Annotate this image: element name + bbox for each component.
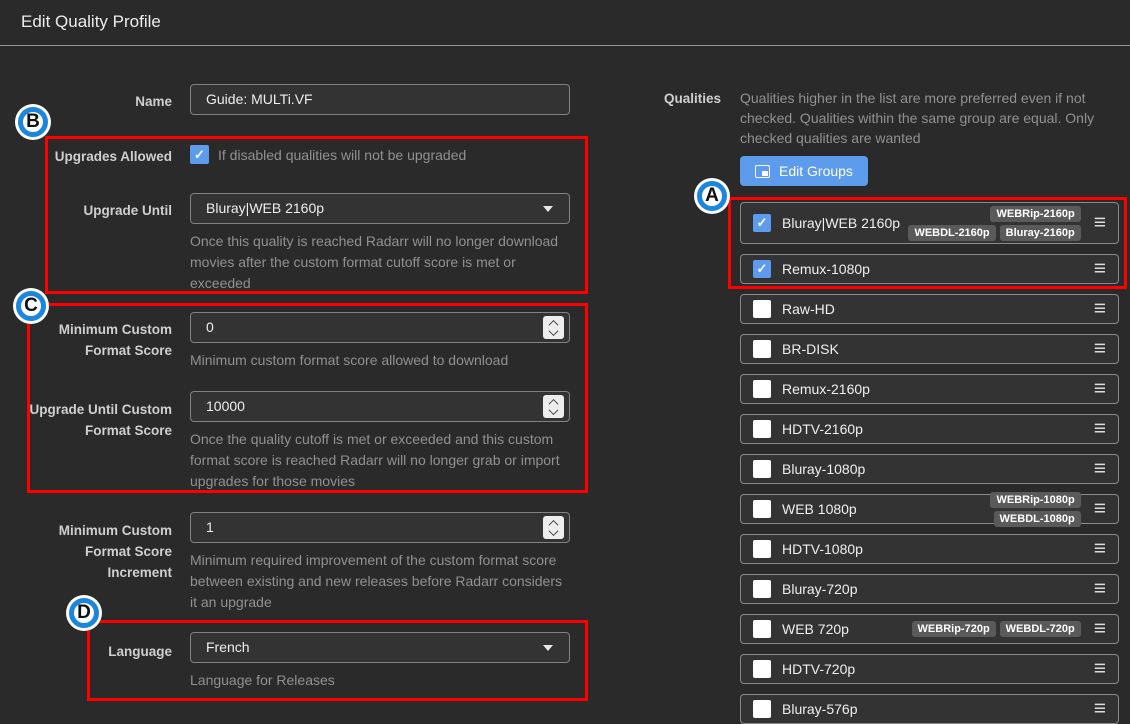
quality-name: Remux-1080p	[782, 261, 870, 277]
upgrades-allowed-label: Upgrades Allowed	[24, 146, 172, 167]
quality-tag: WEBDL-2160p	[908, 225, 995, 241]
quality-name: Remux-2160p	[782, 381, 870, 397]
qualities-help: Qualities higher in the list are more pr…	[740, 88, 1096, 148]
quality-checkbox[interactable]	[753, 380, 771, 398]
quality-row[interactable]: Raw-HD	[740, 294, 1119, 324]
edit-groups-button[interactable]: Edit Groups	[740, 156, 868, 186]
quality-row[interactable]: Remux-2160p	[740, 374, 1119, 404]
quality-checkbox[interactable]	[753, 460, 771, 478]
quality-checkbox[interactable]	[753, 540, 771, 558]
min-cf-score-increment-input[interactable]: 1	[190, 512, 570, 543]
quality-tag: Bluray-2160p	[1000, 225, 1081, 241]
annotation-label-a: A	[697, 181, 727, 211]
language-help: Language for Releases	[190, 670, 568, 691]
qualities-label: Qualities	[600, 91, 721, 106]
quality-tags: WEBRip-720p WEBDL-720p	[912, 621, 1081, 637]
quality-checkbox[interactable]	[753, 500, 771, 518]
quality-checkbox[interactable]	[753, 580, 771, 598]
min-cf-score-input[interactable]: 0	[190, 312, 570, 343]
quality-checkbox[interactable]	[753, 214, 771, 232]
quality-checkbox[interactable]	[753, 420, 771, 438]
quality-name: Bluray|WEB 2160p	[782, 215, 900, 231]
quality-row[interactable]: Bluray-1080p	[740, 454, 1119, 484]
quality-row[interactable]: WEB 1080p WEBRip-1080p WEBDL-1080p	[740, 494, 1119, 524]
drag-handle-icon[interactable]	[1094, 662, 1106, 676]
drag-handle-icon[interactable]	[1094, 702, 1106, 716]
drag-handle-icon[interactable]	[1094, 542, 1106, 556]
quality-tags: WEBRip-2160p WEBDL-2160p Bluray-2160p	[905, 206, 1081, 241]
page-title: Edit Quality Profile	[21, 12, 161, 32]
object-group-icon	[755, 165, 770, 178]
quality-name: Bluray-720p	[782, 581, 858, 597]
quality-tag: WEBRip-2160p	[990, 206, 1080, 222]
upgrade-until-select[interactable]: Bluray|WEB 2160p	[190, 193, 570, 224]
quality-row[interactable]: HDTV-720p	[740, 654, 1119, 684]
drag-handle-icon[interactable]	[1094, 502, 1106, 516]
upgrade-until-cf-score-input[interactable]: 10000	[190, 391, 570, 422]
quality-checkbox[interactable]	[753, 620, 771, 638]
upgrades-allowed-checkbox[interactable]	[190, 145, 209, 164]
quality-checkbox[interactable]	[753, 260, 771, 278]
upgrade-until-help: Once this quality is reached Radarr will…	[190, 231, 568, 294]
quality-row[interactable]: HDTV-1080p	[740, 534, 1119, 564]
quality-row[interactable]: Remux-1080p	[740, 254, 1119, 284]
annotation-label-c: C	[16, 291, 46, 321]
quality-name: Bluray-576p	[782, 701, 858, 717]
drag-handle-icon[interactable]	[1094, 462, 1106, 476]
drag-handle-icon[interactable]	[1094, 216, 1106, 230]
quality-name: Bluray-1080p	[782, 461, 865, 477]
quality-tag: WEBDL-1080p	[994, 511, 1081, 527]
drag-handle-icon[interactable]	[1094, 422, 1106, 436]
quality-row[interactable]: Bluray|WEB 2160p WEBRip-2160p WEBDL-2160…	[740, 202, 1119, 244]
language-select[interactable]: French	[190, 632, 570, 663]
number-stepper[interactable]	[543, 316, 564, 339]
quality-row[interactable]: BR-DISK	[740, 334, 1119, 364]
quality-name: HDTV-1080p	[782, 541, 863, 557]
min-cf-score-help: Minimum custom format score allowed to d…	[190, 350, 568, 371]
drag-handle-icon[interactable]	[1094, 622, 1106, 636]
min-cf-score-increment-help: Minimum required improvement of the cust…	[190, 550, 568, 613]
quality-checkbox[interactable]	[753, 660, 771, 678]
min-cf-score-increment-label: Minimum Custom Format Score Increment	[24, 520, 172, 583]
edit-groups-button-label: Edit Groups	[779, 163, 853, 179]
quality-row[interactable]: WEB 720p WEBRip-720p WEBDL-720p	[740, 614, 1119, 644]
annotation-label-d: D	[69, 598, 99, 628]
min-cf-score-label: Minimum Custom Format Score	[24, 319, 172, 361]
quality-tags: WEBRip-1080p WEBDL-1080p	[905, 492, 1081, 527]
drag-handle-icon[interactable]	[1094, 342, 1106, 356]
upgrade-until-label: Upgrade Until	[24, 200, 172, 221]
quality-row[interactable]: Bluray-576p	[740, 694, 1119, 724]
quality-name: WEB 1080p	[782, 501, 857, 517]
modal-header: Edit Quality Profile	[0, 0, 1130, 46]
quality-name: HDTV-720p	[782, 661, 855, 677]
language-label: Language	[24, 641, 172, 662]
upgrade-until-cf-score-help: Once the quality cutoff is met or exceed…	[190, 429, 568, 492]
quality-name: BR-DISK	[782, 341, 839, 357]
quality-name: WEB 720p	[782, 621, 849, 637]
annotation-label-b: B	[18, 107, 48, 137]
number-stepper[interactable]	[543, 516, 564, 539]
quality-row[interactable]: HDTV-2160p	[740, 414, 1119, 444]
drag-handle-icon[interactable]	[1094, 582, 1106, 596]
drag-handle-icon[interactable]	[1094, 302, 1106, 316]
quality-name: Raw-HD	[782, 301, 835, 317]
quality-checkbox[interactable]	[753, 700, 771, 718]
quality-name: HDTV-2160p	[782, 421, 863, 437]
quality-tag: WEBDL-720p	[1000, 621, 1081, 637]
quality-checkbox[interactable]	[753, 340, 771, 358]
quality-row[interactable]: Bluray-720p	[740, 574, 1119, 604]
number-stepper[interactable]	[543, 395, 564, 418]
drag-handle-icon[interactable]	[1094, 382, 1106, 396]
quality-checkbox[interactable]	[753, 300, 771, 318]
upgrade-until-cf-score-label: Upgrade Until Custom Format Score	[24, 399, 172, 441]
chevron-down-icon	[543, 645, 553, 651]
quality-tag: WEBRip-1080p	[990, 492, 1080, 508]
name-input[interactable]: Guide: MULTi.VF	[190, 84, 570, 115]
quality-tag: WEBRip-720p	[912, 621, 996, 637]
name-label: Name	[24, 91, 172, 112]
drag-handle-icon[interactable]	[1094, 262, 1106, 276]
upgrades-allowed-caption: If disabled qualities will not be upgrad…	[218, 147, 466, 163]
chevron-down-icon	[543, 206, 553, 212]
